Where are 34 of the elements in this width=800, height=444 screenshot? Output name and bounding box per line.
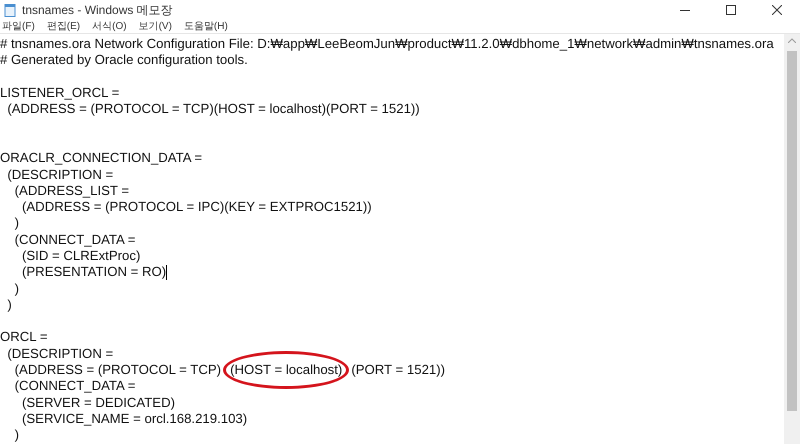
code-line: ORCL = [0, 329, 48, 346]
scrollbar-thumb[interactable] [787, 51, 797, 411]
code-line: (CONNECT_DATA = [14, 232, 136, 248]
code-text: (ADDRESS = (PROTOCOL = TCP) [14, 362, 222, 378]
code-line: (CONNECT_DATA = [14, 378, 136, 394]
code-line: (ADDRESS = (PROTOCOL = IPC)(KEY = EXTPROC1521)) [20, 199, 372, 216]
code-text: (PORT = 1521)) [351, 362, 446, 378]
menu-item[interactable]: 파일(F) [2, 22, 35, 32]
maximize-icon [726, 5, 736, 15]
code-line: (SERVICE_NAME = orcl.168.219.103) [20, 410, 248, 427]
code-line: (DESCRIPTION = [6, 346, 114, 362]
menu-item[interactable]: 편집(E) [46, 22, 80, 32]
vertical-scrollbar[interactable] [784, 34, 800, 444]
menu-item[interactable]: 서식(O) [92, 22, 127, 32]
code-line: ) [14, 427, 20, 444]
menu-item[interactable]: 보기(V) [138, 22, 172, 32]
code-line: (DESCRIPTION = [6, 166, 114, 183]
code-line: (SERVER = DEDICATED) [20, 394, 176, 411]
code-line: ) [14, 280, 20, 297]
code-line: (PRESENTATION = RO) [20, 264, 166, 280]
code-line: (ADDRESS_LIST = [14, 182, 130, 199]
code-line: ORACLR_CONNECTION_DATA = [0, 150, 202, 166]
menu-item[interactable]: 도움말(H) [184, 22, 228, 32]
window-title: tnsnames - Windows 메모장 [22, 2, 173, 19]
code-line: ) [6, 296, 12, 313]
code-line: # tnsnames.ora Network Configuration File: D:₩app₩LeeBeomJun₩product₩11.2.0₩dbhome_1₩network₩admin₩tnsnames.ora [0, 36, 774, 52]
code-line: (ADDRESS = (PROTOCOL = TCP)(HOST = localhost)(PORT = 1521)) [6, 101, 420, 118]
circled-text: (HOST = localhost) [223, 351, 350, 390]
close-icon [772, 5, 782, 15]
code-line: LISTENER_ORCL = [0, 85, 120, 102]
notepad-icon [4, 4, 16, 16]
code-line: ) [14, 215, 20, 232]
code-line: # Generated by Oracle configuration tools. [0, 52, 248, 68]
code-line: (SID = CLRExtProc) [20, 248, 140, 264]
